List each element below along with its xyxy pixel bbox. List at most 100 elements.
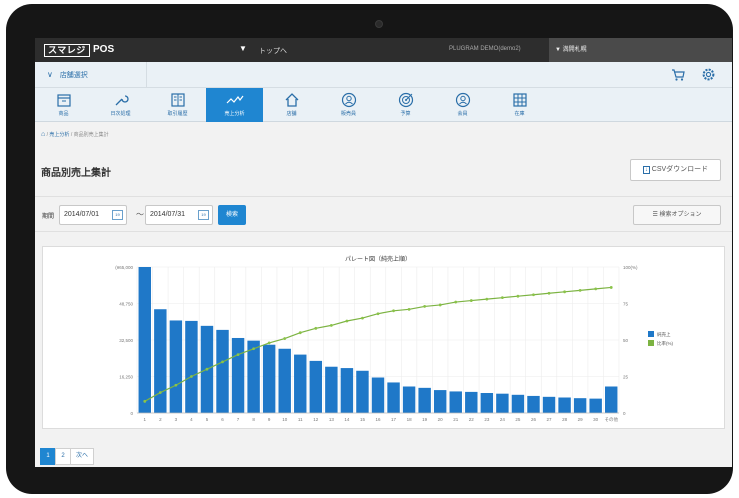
chart-bar [169,320,183,413]
home-link[interactable]: トップへ [259,46,287,56]
store-select-label: 店舗選択 [59,72,88,79]
search-button[interactable]: 検索 [218,205,246,225]
chart-point [578,288,582,292]
page-title: 商品別売上集計 [41,168,111,179]
period-label: 期間 [42,214,55,220]
search-options-label: 検索オプション [659,212,702,218]
nav-label: 日次処理 [110,111,131,117]
nav-item-stores[interactable]: 店舗 [263,88,320,122]
store-switcher[interactable]: ▼ 満開札幌 [549,38,732,62]
chart-bar [589,398,602,413]
chart-bar [154,309,167,413]
chart-point [190,375,193,378]
store-bar: ∨ 店舗選択 [35,62,732,88]
chart-point [329,324,333,327]
list-icon: ☰ [652,212,658,218]
nav-item-history[interactable]: 取引履歴 [149,88,206,122]
nav-item-daily[interactable]: 日次処理 [92,88,149,122]
legend-swatch [648,340,654,346]
x-tick-label: 26 [531,417,537,422]
nav-item-products[interactable]: 商品 [35,88,92,122]
home-icon[interactable]: ⌂ [41,131,45,138]
date-range-separator: 〜 [136,210,144,219]
x-tick-label: 18 [407,417,413,422]
chart-bar [418,387,431,413]
x-tick-label: 27 [547,417,553,422]
nav-item-inventory[interactable]: 在庫 [491,88,548,122]
page-button-1[interactable]: 1 [40,448,56,465]
calendar-icon[interactable]: 19 [198,210,209,220]
chart-point [158,391,162,394]
chart-point [283,337,287,340]
chart-point [221,360,224,364]
page-button-2[interactable]: 2 [55,448,71,465]
chevron-down-icon: ▼ [555,47,561,53]
gear-icon[interactable] [701,67,716,82]
next-page-button[interactable]: 次へ [70,448,95,465]
chart-bar [185,320,198,413]
camera-icon [375,20,383,28]
x-tick-label: 10 [282,417,288,422]
x-tick-label: 25 [515,417,521,422]
x-tick-label: 6 [221,417,224,422]
chart-bar [278,348,291,413]
chart-point [423,305,427,308]
x-tick-label: 30 [593,417,599,422]
receipt-icon [170,93,185,107]
app-name: POS [93,44,115,55]
pagination: 1 2 次へ [40,448,95,466]
nav-item-staff[interactable]: 販売員 [320,88,377,122]
chart-point [485,297,489,301]
chart-bar [231,337,245,413]
x-tick-label: 23 [484,417,490,422]
x-tick-label: 11 [298,417,303,422]
nav-label: 店舗 [286,111,297,117]
app-screen: スマレジ POS ▼ トップへ PLUGRAM DEMO(demo2) ▼ 満開… [35,38,732,467]
legend-label: 比率(%) [657,340,673,347]
date-from-input[interactable]: 2014/07/01 19 [59,205,127,225]
chart-point [438,303,442,307]
chart-bar [356,370,369,413]
chart-point [392,309,395,313]
nav-label: 商品 [58,111,69,117]
chart-bar [511,394,525,413]
chevron-down-icon: ∨ [47,70,53,79]
chart-point [205,367,209,371]
y-left-tick-label: 32,500 [119,338,133,343]
chart-point [407,307,411,311]
chevron-down-icon[interactable]: ▼ [239,44,247,53]
x-tick-label: 19 [422,417,428,422]
pareto-chart-card: パレート図（純売上順） 0 16,250 32,500 48,750 (¥65,000 0… [42,246,725,429]
chart-point [563,290,566,294]
x-tick-label: 21 [453,417,459,422]
box-icon [56,94,71,107]
y-left-tick-label: (¥65,000 [115,265,133,270]
breadcrumb: ⌂ / 売上分析 / 商品別売上集計 [41,131,109,138]
filter-bar: 期間 2014/07/01 19 〜 2014/07/31 19 検索 ☰ 検索… [35,196,732,232]
chart-point [594,287,598,291]
chart-point [454,300,458,304]
chart-bar [496,393,509,413]
chart-bar [247,340,260,413]
nav-item-members[interactable]: 会員 [434,88,491,122]
chart-point [174,383,178,387]
calendar-icon[interactable]: 19 [112,210,123,220]
brand-logo: スマレジ [44,44,90,57]
date-to-input[interactable]: 2014/07/31 19 [145,205,213,225]
nav-item-sales-analysis[interactable]: 売上分析 [206,88,263,122]
chart-point [143,399,147,403]
breadcrumb-current: 商品別売上集計 [73,132,109,138]
cart-icon[interactable] [671,68,685,82]
breadcrumb-section[interactable]: 売上分析 [49,132,69,138]
nav-item-budget[interactable]: 予算 [377,88,434,122]
user-name: PLUGRAM DEMO(demo2) [449,46,521,52]
store-select-dropdown[interactable]: ∨ 店舗選択 [35,62,147,88]
y-left-tick-label: 0 [130,411,133,416]
y-right-tick-label: 75 [623,302,629,307]
x-tick-label: 8 [252,417,255,422]
chart-bar [325,366,338,413]
x-tick-label: その他 [604,416,618,423]
csv-download-button[interactable]: ↓ CSVダウンロード [630,159,721,181]
chart-point [532,293,535,297]
search-options-button[interactable]: ☰ 検索オプション [633,205,721,225]
